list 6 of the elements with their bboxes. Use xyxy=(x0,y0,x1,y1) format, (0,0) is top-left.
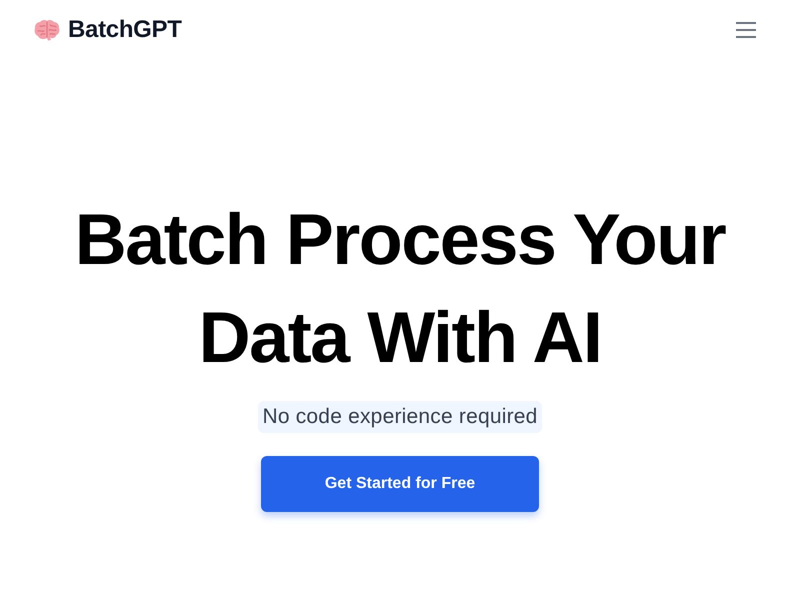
hero-subtitle: No code experience required xyxy=(258,401,542,433)
hero-headline: Batch Process Your Data With AI xyxy=(74,199,727,380)
brain-icon xyxy=(34,19,60,41)
logo-text[interactable]: BatchGPT xyxy=(68,16,182,44)
menu-icon[interactable] xyxy=(736,22,756,38)
get-started-button[interactable]: Get Started for Free xyxy=(261,456,539,512)
